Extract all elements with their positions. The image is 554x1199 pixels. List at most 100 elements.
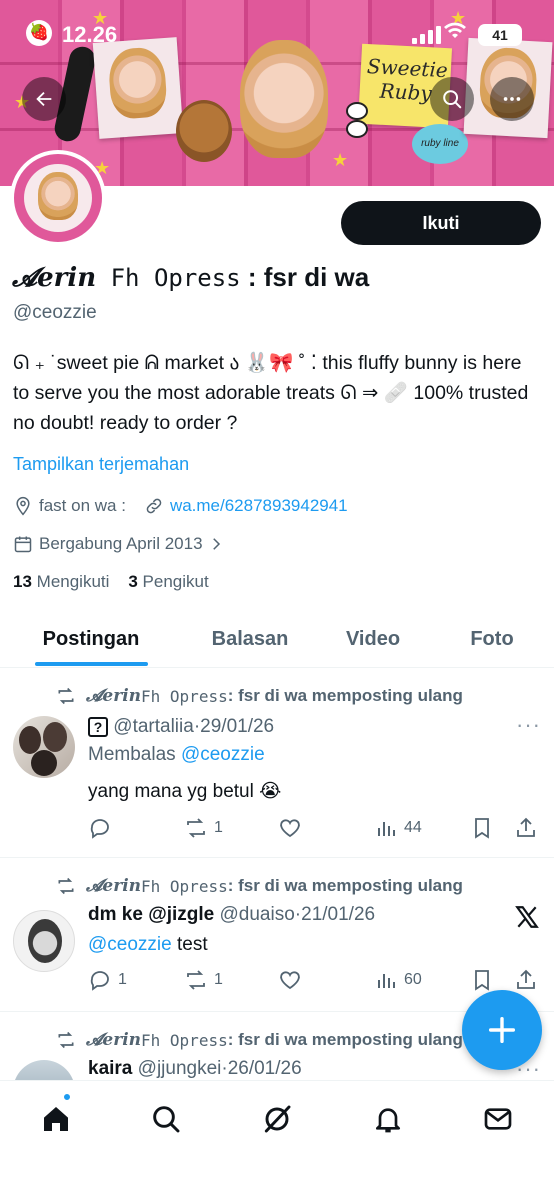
teddy-bear-sticker xyxy=(176,100,232,162)
reply-button[interactable]: 1 xyxy=(88,968,127,992)
tab-posts[interactable]: Postingan xyxy=(20,610,162,668)
post-item[interactable]: 𝓐erin Fh Opress : fsr di wa memposting u… xyxy=(0,668,554,858)
back-button[interactable] xyxy=(22,77,66,121)
repost-indicator: 𝓐erin Fh Opress : fsr di wa memposting u… xyxy=(56,876,463,896)
strawberry-icon: 🍓 xyxy=(26,20,52,46)
nav-grok[interactable] xyxy=(259,1101,295,1137)
chevron-right-icon xyxy=(212,538,220,550)
reply-prefix: Membalas xyxy=(88,744,176,765)
repost-count: 1 xyxy=(214,819,223,836)
reply-icon xyxy=(90,819,109,839)
repost-count: 1 xyxy=(214,971,223,988)
post-header: ? @tartaliia·29/01/26 xyxy=(88,716,274,738)
repost-name-3: : fsr di wa memposting ulang xyxy=(227,1030,463,1049)
reply-icon xyxy=(90,971,109,991)
more-options-button[interactable] xyxy=(490,77,534,121)
nav-messages[interactable] xyxy=(480,1101,516,1137)
share-icon xyxy=(517,817,535,837)
following-label: Mengikuti xyxy=(36,572,110,591)
repost-name-2: Fh Opress xyxy=(141,686,228,706)
repost-name-3: : fsr di wa memposting ulang xyxy=(227,686,463,705)
post-date: 29/01/26 xyxy=(200,716,275,737)
nav-notifications[interactable] xyxy=(370,1101,406,1137)
view-count: 44 xyxy=(404,819,422,836)
post-avatar[interactable] xyxy=(13,910,75,972)
follow-button[interactable]: Ikuti xyxy=(341,201,541,245)
reply-mention[interactable]: @ceozzie xyxy=(181,744,265,765)
arrow-left-icon xyxy=(36,91,52,107)
post-avatar[interactable] xyxy=(13,1060,75,1080)
nav-search[interactable] xyxy=(148,1101,184,1137)
post-date: 21/01/26 xyxy=(301,904,376,925)
author-name: kaira xyxy=(88,1058,133,1079)
repost-name-3: : fsr di wa memposting ulang xyxy=(227,876,463,895)
post-avatar[interactable] xyxy=(13,716,75,778)
heart-icon xyxy=(280,819,300,838)
display-name-part3: : fsr di wa xyxy=(240,262,370,292)
repost-icon xyxy=(187,970,205,990)
views-chart-icon xyxy=(378,822,395,836)
followers-count: 3 xyxy=(128,572,138,591)
bookmark-button[interactable] xyxy=(470,816,500,840)
followers-link[interactable]: 3 Pengikut xyxy=(128,572,208,591)
reply-button[interactable] xyxy=(88,816,118,840)
view-count: 60 xyxy=(404,971,422,988)
repost-icon xyxy=(187,818,205,838)
like-button[interactable] xyxy=(278,816,308,840)
author-name: dm ke @jizgle xyxy=(88,904,215,925)
repost-icon xyxy=(58,687,74,705)
views-chart-icon xyxy=(378,974,395,988)
post-header: kaira @jjungkei·26/01/26 xyxy=(88,1058,302,1079)
profile-location: fast on wa : xyxy=(39,496,126,515)
reply-context: Membalas @ceozzie xyxy=(88,744,265,766)
post-header: dm ke @jizgle @duaiso·21/01/26 xyxy=(88,904,376,925)
like-button[interactable] xyxy=(278,968,308,992)
repost-indicator: 𝓐erin Fh Opress : fsr di wa memposting u… xyxy=(56,1030,463,1050)
following-link[interactable]: 13 Mengikuti xyxy=(13,572,109,591)
tab-photos[interactable]: Foto xyxy=(440,610,544,668)
profile-meta-row: fast on wa : wa.me/6287893942941 xyxy=(13,496,348,516)
compose-post-button[interactable] xyxy=(462,990,542,1070)
follow-counts: 13 Mengikuti 3 Pengikut xyxy=(13,572,209,592)
status-bar: 🍓 12.26 41 xyxy=(0,0,554,70)
reply-count: 1 xyxy=(118,971,127,988)
views-button[interactable]: 60 xyxy=(374,968,422,992)
repost-name-1: 𝓐erin xyxy=(86,686,142,706)
dango-sticker xyxy=(346,102,368,158)
repost-icon xyxy=(58,1031,74,1049)
views-button[interactable]: 44 xyxy=(374,816,422,840)
more-horizontal-icon xyxy=(503,97,521,101)
repost-button[interactable]: 1 xyxy=(184,816,223,840)
search-button[interactable] xyxy=(430,77,474,121)
location-pin-icon xyxy=(16,496,30,516)
share-button[interactable] xyxy=(514,968,544,992)
translate-link[interactable]: Tampilkan terjemahan xyxy=(13,454,189,475)
post-actions: 1 44 xyxy=(88,816,542,844)
post-mention[interactable]: @ceozzie xyxy=(88,934,172,955)
tab-replies[interactable]: Balasan xyxy=(180,610,320,668)
followers-label: Pengikut xyxy=(142,572,209,591)
repost-button[interactable]: 1 xyxy=(184,968,223,992)
share-button[interactable] xyxy=(514,816,544,840)
bookmark-button[interactable] xyxy=(470,968,500,992)
active-tab-indicator xyxy=(35,662,148,666)
battery-icon: 41 xyxy=(478,24,522,46)
repost-name-2: Fh Opress xyxy=(141,1030,228,1050)
website-link[interactable]: wa.me/6287893942941 xyxy=(170,496,348,516)
profile-avatar[interactable] xyxy=(10,150,106,246)
joined-row[interactable]: Bergabung April 2013 xyxy=(13,534,231,554)
home-icon xyxy=(44,1107,68,1131)
joined-date: Bergabung April 2013 xyxy=(39,534,203,553)
post-text: yang mana yg betul 😭 xyxy=(88,781,282,802)
display-name: 𝓐erin Fh Opress : fsr di wa xyxy=(12,262,369,294)
post-item[interactable]: 𝓐erin Fh Opress : fsr di wa memposting u… xyxy=(0,858,554,1012)
search-icon xyxy=(443,90,462,109)
status-time: 12.26 xyxy=(62,22,118,47)
nav-home[interactable] xyxy=(38,1101,74,1137)
calendar-icon xyxy=(14,536,32,553)
tab-video[interactable]: Video xyxy=(320,610,426,668)
display-name-part1: 𝓐erin xyxy=(12,263,97,293)
bookmark-icon xyxy=(475,818,489,839)
post-more-button[interactable]: ··· xyxy=(516,712,541,738)
grok-icon xyxy=(264,1105,291,1133)
